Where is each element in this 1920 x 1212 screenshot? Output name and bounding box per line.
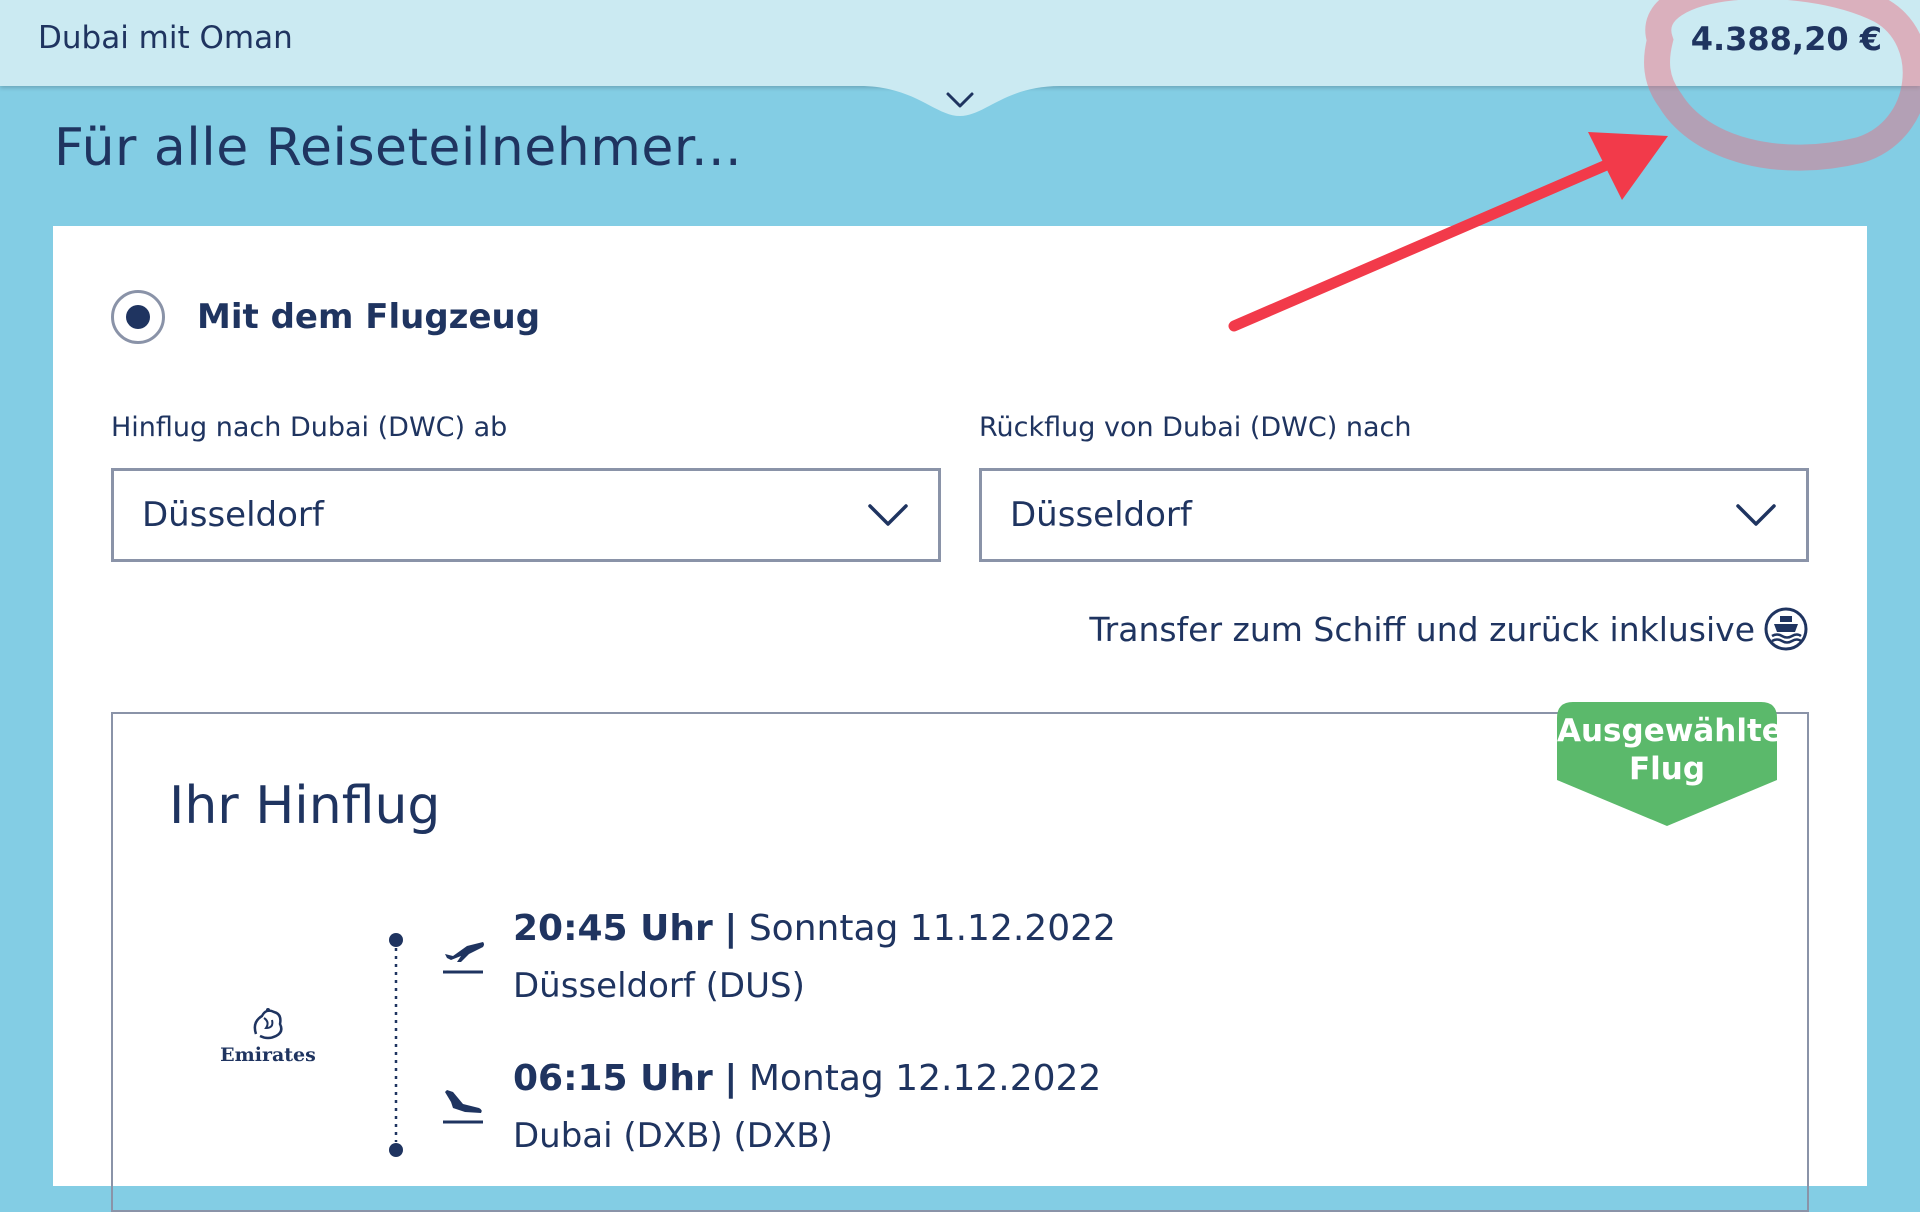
- departure-date: Sonntag 11.12.2022: [748, 908, 1116, 949]
- arrival-time-row: 06:15 Uhr | Montag 12.12.2022: [513, 1058, 1101, 1099]
- travel-mode-label: Mit dem Flugzeug: [197, 297, 541, 337]
- emirates-emblem-icon: [253, 1008, 283, 1040]
- takeoff-icon: [443, 942, 484, 974]
- return-label: Rückflug von Dubai (DWC) nach: [979, 412, 1412, 443]
- transfer-info: Transfer zum Schiff und zurück inklusive: [1089, 606, 1809, 652]
- arrival-separator: |: [724, 1058, 738, 1099]
- flight-radio[interactable]: [111, 290, 165, 344]
- travel-options-card: Mit dem Flugzeug Hinflug nach Dubai (DWC…: [53, 226, 1867, 1212]
- airline-logo: Emirates: [213, 1004, 323, 1066]
- landing-icon: [443, 1090, 483, 1124]
- outbound-airport-value: Düsseldorf: [142, 495, 324, 535]
- airline-name: Emirates: [220, 1044, 316, 1066]
- arrival-airport: Dubai (DXB) (DXB): [513, 1116, 833, 1156]
- header-expand-toggle[interactable]: [0, 80, 1920, 130]
- total-price[interactable]: 4.388,20 €: [1691, 20, 1882, 58]
- arrival-date: Montag 12.12.2022: [748, 1058, 1102, 1099]
- departure-airport: Düsseldorf (DUS): [513, 966, 805, 1006]
- outbound-flight-panel: Ihr Hinflug Ausgewählter Flug Emirates 2…: [111, 702, 1809, 1212]
- selected-flight-badge: Ausgewählter Flug: [1557, 702, 1798, 826]
- transfer-text: Transfer zum Schiff und zurück inklusive: [1089, 609, 1755, 649]
- badge-line-2: Flug: [1628, 751, 1706, 787]
- outbound-airport-select[interactable]: Düsseldorf: [111, 468, 941, 562]
- flight-timeline: [389, 933, 403, 1157]
- flight-title: Ihr Hinflug: [169, 776, 441, 836]
- departure-time: 20:45 Uhr: [513, 908, 713, 949]
- return-airport-select[interactable]: Düsseldorf: [979, 468, 1809, 562]
- trip-name: Dubai mit Oman: [38, 20, 293, 56]
- badge-line-1: Ausgewählter: [1557, 713, 1799, 749]
- departure-separator: |: [724, 908, 738, 949]
- ship-icon: [1764, 607, 1808, 651]
- top-bar: Dubai mit Oman 4.388,20 €: [0, 0, 1920, 86]
- return-airport-value: Düsseldorf: [1010, 495, 1192, 535]
- departure-time-row: 20:45 Uhr | Sonntag 11.12.2022: [513, 908, 1116, 949]
- outbound-label: Hinflug nach Dubai (DWC) ab: [111, 412, 508, 443]
- chevron-down-icon: [868, 504, 908, 526]
- travel-mode-option[interactable]: Mit dem Flugzeug: [111, 290, 540, 344]
- radio-selected-dot: [126, 305, 150, 329]
- chevron-down-icon: [1736, 504, 1776, 526]
- arrival-time: 06:15 Uhr: [513, 1058, 713, 1099]
- annotation-arrow-head: [1588, 132, 1668, 200]
